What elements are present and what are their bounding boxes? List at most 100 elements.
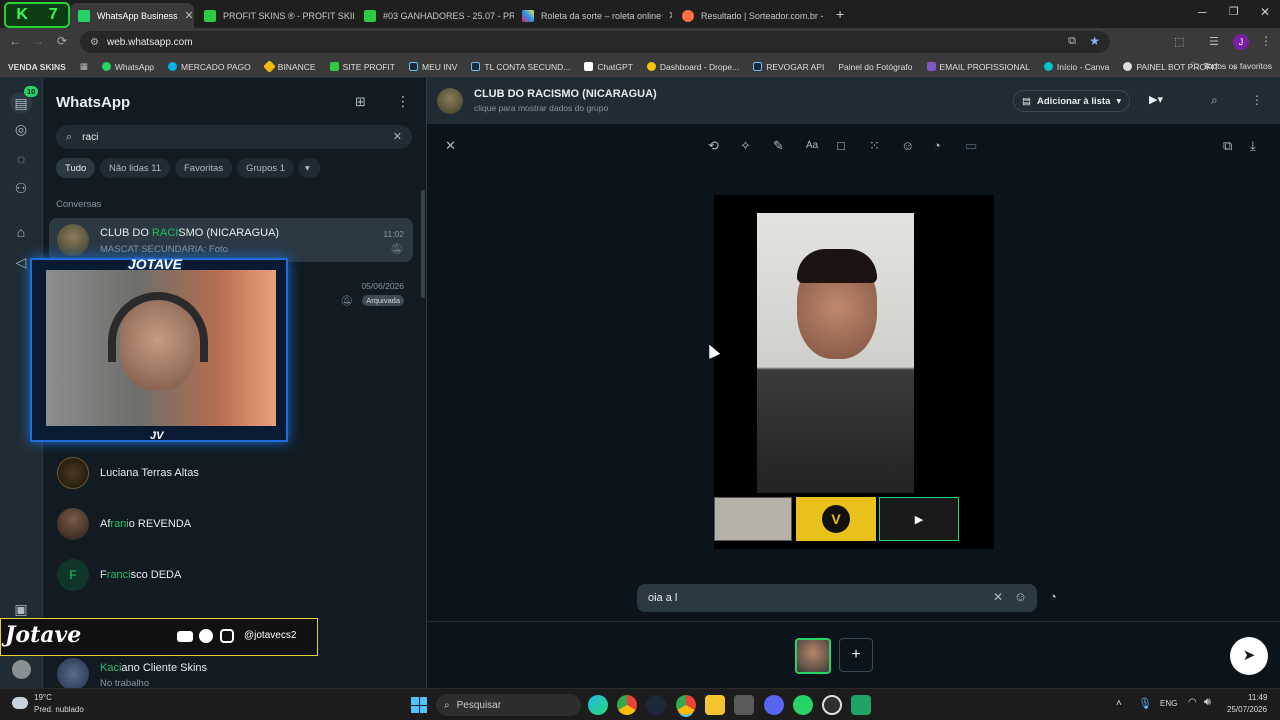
tab-resultado[interactable]: Resultado | Sorteador.com.br - ✕ [674, 3, 832, 28]
text-icon[interactable]: Aa [806, 140, 818, 151]
filter-groups[interactable]: Grupos 1 [237, 158, 295, 178]
chat-item[interactable]: F Francisco DEDA [49, 553, 413, 597]
media-icon[interactable]: ▣ [12, 600, 30, 618]
communities-icon[interactable]: ⚇ [12, 179, 30, 197]
filter-favorites[interactable]: Favoritas [175, 158, 233, 178]
emoji-icon[interactable]: ☺ [1014, 589, 1027, 604]
new-tab-button[interactable]: + [836, 6, 844, 22]
bookmark-star-icon[interactable]: ★ [1089, 34, 1100, 48]
steam-icon[interactable] [646, 695, 666, 715]
edge-icon[interactable] [588, 695, 608, 715]
tab-profit-skins[interactable]: PROFIT SKINS ® - PROFIT SKIN ✕ [196, 3, 354, 28]
group-avatar[interactable] [437, 88, 463, 114]
reading-list-icon[interactable]: ☰ [1209, 35, 1219, 48]
sheets-icon[interactable] [851, 695, 871, 715]
add-media-button[interactable]: + [839, 638, 873, 672]
hd-icon[interactable]: ▭ [965, 138, 977, 154]
channels-icon[interactable]: ◌ [12, 150, 30, 168]
volume-icon[interactable]: 🔊︎ [1204, 696, 1211, 709]
browser-menu-icon[interactable]: ⋮ [1260, 34, 1272, 48]
crop-icon[interactable]: □ [837, 138, 845, 153]
site-info-icon[interactable]: ⚙ [90, 37, 99, 48]
all-bookmarks-folder[interactable]: 🗀 Todos os favoritos [1191, 61, 1272, 75]
clock-date[interactable]: 25/07/2026 [1227, 705, 1267, 714]
obs-icon[interactable] [822, 695, 842, 715]
calculator-icon[interactable] [734, 695, 754, 715]
download-icon[interactable]: ⤓ [1250, 138, 1256, 154]
catalog-icon[interactable]: ⌂ [12, 223, 30, 241]
bookmark-item[interactable]: SITE PROFIT [329, 62, 395, 72]
emoji-icon[interactable]: ☺ [901, 138, 914, 153]
bookmark-item[interactable]: Dashboard - Drope... [646, 62, 739, 72]
scrollbar[interactable] [421, 190, 425, 298]
minimize-window-button[interactable]: ─ [1198, 5, 1207, 19]
file-explorer-icon[interactable] [705, 695, 725, 715]
close-window-button[interactable]: ✕ [1260, 5, 1270, 19]
tab-roleta[interactable]: Roleta da sorte – roleta online ✕ [514, 3, 672, 28]
clear-search-icon[interactable]: ✕ [393, 130, 402, 143]
tray-chevron-icon[interactable]: ˄ [1116, 698, 1122, 709]
forward-icon[interactable]: → [27, 34, 49, 48]
search-chats[interactable]: ⌕ raci ✕ [56, 125, 412, 149]
taskbar-search[interactable]: ⌕ Pesquisar [436, 694, 581, 716]
bookmark-item[interactable]: BINANCE [262, 60, 316, 73]
filter-more-dropdown[interactable]: ▾ [298, 158, 320, 178]
bookmark-item[interactable]: REVOGAR API [753, 62, 824, 72]
view-once-icon[interactable]: ◔ [1049, 589, 1057, 604]
bookmark-item[interactable]: MEU INV [409, 62, 457, 72]
bookmark-item[interactable]: EMAIL PROFISSIONAL [926, 62, 1030, 72]
whatsapp-icon[interactable] [793, 695, 813, 715]
close-tab-icon[interactable]: ✕ [185, 9, 194, 22]
copy-icon[interactable]: ⧉ [1223, 138, 1232, 154]
discord-icon[interactable] [764, 695, 784, 715]
apps-grid-icon[interactable]: ▦ [80, 61, 88, 72]
extensions-icon[interactable]: ⬚ [1174, 35, 1184, 48]
selected-thumbnail[interactable] [795, 638, 831, 674]
sticker-icon[interactable]: ◔ [933, 138, 941, 153]
video-call-icon[interactable]: ▶▾ [1149, 93, 1163, 106]
install-app-icon[interactable]: ⧉ [1068, 35, 1076, 48]
back-icon[interactable]: ← [4, 34, 26, 48]
microphone-icon[interactable]: 🎙︎ [1138, 697, 1152, 710]
status-icon[interactable]: ◎ [12, 120, 30, 138]
add-to-list-button[interactable]: ▤ Adicionar à lista ▾ [1013, 90, 1131, 112]
bookmark-item[interactable]: Painel do Fotógrafo [838, 62, 912, 72]
thumbnail-item[interactable]: V [796, 497, 876, 541]
address-bar[interactable]: ⚙ web.whatsapp.com ⧉ ★ [80, 31, 1110, 53]
profile-avatar[interactable]: J [1233, 34, 1249, 50]
caption-box[interactable]: oia a l ✕ ☺ [637, 584, 1037, 612]
filter-all[interactable]: Tudo [56, 158, 96, 178]
chat-header[interactable]: CLUB DO RACISMO (NICARAGUA) clique para … [427, 78, 1280, 124]
close-tab-icon[interactable]: ✕ [668, 9, 672, 22]
bookmark-item[interactable]: TL CONTA SECUND... [471, 62, 570, 72]
rotate-icon[interactable]: ⟲ [708, 138, 719, 154]
wifi-icon[interactable]: ◠ [1188, 697, 1197, 708]
reload-icon[interactable]: ⟳ [51, 34, 73, 48]
bookmark-item[interactable]: MERCADO PAGO [168, 62, 251, 72]
thumbnail-item[interactable] [714, 497, 792, 541]
menu-icon[interactable]: ⋮ [396, 93, 410, 110]
bookmark-item[interactable]: ChatGPT [584, 62, 633, 72]
weather-icon[interactable] [12, 697, 28, 709]
user-avatar[interactable] [12, 660, 31, 679]
chat-item[interactable]: Afranio REVENDA [49, 502, 413, 546]
close-tab-icon[interactable]: ✕ [830, 9, 832, 22]
bookmark-item[interactable]: VENDA SKINS [8, 62, 66, 72]
pencil-icon[interactable]: ✎ [773, 138, 784, 154]
magic-wand-icon[interactable]: ✧ [740, 138, 751, 154]
tab-whatsapp-business[interactable]: WhatsApp Business ✕ [70, 3, 194, 28]
search-icon[interactable]: ⌕ [1211, 93, 1218, 108]
caption-input[interactable]: oia a l [648, 592, 677, 604]
filter-unread[interactable]: Não lidas 11 [100, 158, 171, 178]
start-icon[interactable] [411, 697, 427, 713]
language-indicator[interactable]: ENG [1160, 699, 1177, 708]
bookmark-item[interactable]: WhatsApp [101, 62, 154, 72]
maximize-window-button[interactable]: ❐ [1229, 5, 1239, 18]
new-chat-icon[interactable]: ⊞ [355, 94, 366, 110]
bookmark-item[interactable]: Início - Canva [1043, 62, 1109, 72]
thumbnail-item[interactable]: ▶ [879, 497, 959, 541]
tab-ganhadores[interactable]: #03 GANHADORES - 25.07 - PR ✕ [356, 3, 514, 28]
chrome-icon[interactable] [617, 695, 637, 715]
chat-item[interactable]: CLUB DO RACISMO (NICARAGUA) MASCAT SECUN… [49, 218, 413, 262]
chat-item[interactable]: Luciana Terras Altas [49, 451, 413, 495]
